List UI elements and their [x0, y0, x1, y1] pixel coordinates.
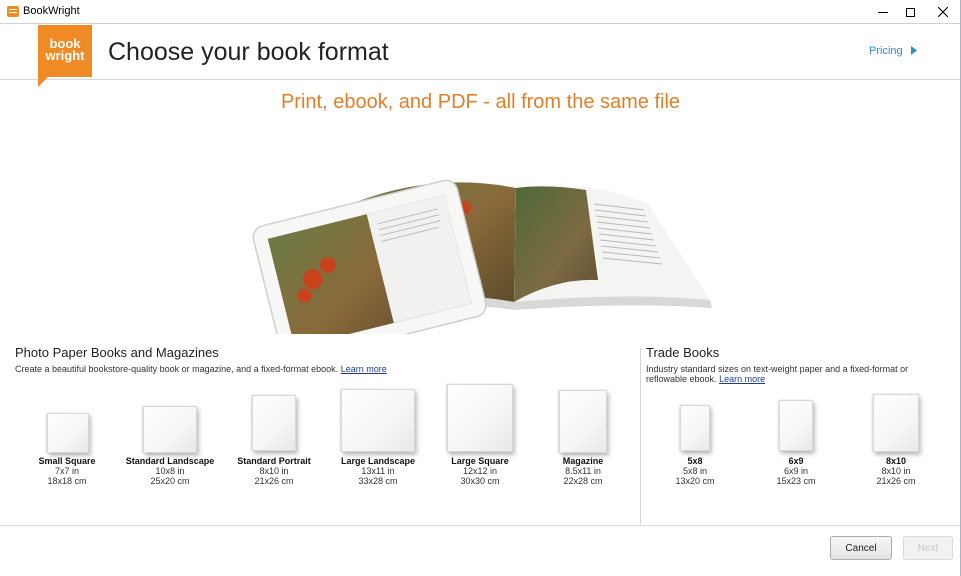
format-size-inches: 5x8 in [682, 466, 708, 476]
format-name: 8x10 [885, 456, 907, 466]
trade-books-heading: Trade Books [646, 345, 720, 360]
close-button[interactable] [928, 0, 958, 24]
format-size-cm: 21x26 cm [254, 476, 294, 486]
format-name: Large Square [451, 456, 509, 466]
photo-books-section: Photo Paper Books and Magazines Create a… [15, 345, 630, 374]
format-size-cm: 21x26 cm [876, 476, 916, 486]
format-size-inches: 7x7 in [54, 466, 80, 476]
tagline: Print, ebook, and PDF - all from the sam… [280, 91, 681, 113]
trade-books-description: Industry standard sizes on text-weight p… [646, 364, 909, 384]
page-header: book wright Choose your book format Pric… [0, 25, 961, 87]
format-size-cm: 13x20 cm [675, 476, 715, 486]
format-card-8x10[interactable]: 8x10 8x10 in 21x26 cm [866, 392, 926, 490]
maximize-button[interactable] [895, 0, 925, 24]
trade-books-section: Trade Books Industry standard sizes on t… [646, 345, 946, 384]
format-size-inches: 8x10 in [881, 466, 911, 476]
format-size-inches: 8x10 in [259, 466, 289, 476]
format-card-small-square[interactable]: Small Square 7x7 in 18x18 cm [31, 410, 103, 490]
logo-text-line2: wright [45, 48, 85, 63]
format-thumbnail [559, 390, 607, 453]
format-card-magazine[interactable]: Magazine 8.5x11 in 22x28 cm [543, 388, 623, 490]
pricing-link[interactable]: Pricing [869, 45, 903, 57]
bookwright-logo: book wright [38, 25, 92, 87]
close-icon [938, 7, 948, 17]
tablet-and-book-illustration [252, 179, 712, 334]
maximize-icon [905, 7, 915, 17]
format-size-inches: 6x9 in [783, 466, 809, 476]
format-thumbnail [447, 384, 513, 452]
format-thumbnail [680, 405, 710, 451]
format-thumbnail [873, 394, 919, 452]
format-card-standard-landscape[interactable]: Standard Landscape 10x8 in 25x20 cm [115, 405, 225, 490]
format-name: Small Square [38, 456, 96, 466]
photo-books-description: Create a beautiful bookstore-quality boo… [15, 364, 387, 374]
footer-bar: Cancel Next [0, 525, 961, 576]
minimize-icon [878, 11, 888, 13]
format-thumbnail [47, 413, 89, 453]
bookwright-app-icon [7, 6, 19, 17]
format-size-cm: 30x30 cm [460, 476, 500, 486]
format-name: 5x8 [687, 456, 703, 466]
format-size-cm: 25x20 cm [150, 476, 190, 486]
format-size-cm: 15x23 cm [776, 476, 816, 486]
format-size-cm: 22x28 cm [563, 476, 603, 486]
photo-books-heading: Photo Paper Books and Magazines [15, 345, 219, 360]
format-name: Large Landscape [340, 456, 416, 466]
format-thumbnail [252, 395, 296, 451]
format-thumbnail [779, 400, 813, 451]
format-card-standard-portrait[interactable]: Standard Portrait 8x10 in 21x26 cm [230, 393, 318, 490]
section-divider [640, 348, 641, 524]
format-size-inches: 12x12 in [462, 466, 498, 476]
photo-books-learn-more-link[interactable]: Learn more [341, 364, 387, 374]
format-name: Magazine [562, 456, 604, 466]
minimize-button[interactable] [868, 0, 898, 24]
format-card-6x9[interactable]: 6x9 6x9 in 15x23 cm [766, 398, 826, 490]
window-title: BookWright [23, 5, 80, 17]
format-name: 6x9 [788, 456, 804, 466]
next-button[interactable]: Next [903, 536, 953, 560]
cancel-button[interactable]: Cancel [830, 536, 892, 560]
format-card-5x8[interactable]: 5x8 5x8 in 13x20 cm [665, 403, 725, 490]
format-size-inches: 13x11 in [361, 466, 395, 476]
trade-books-learn-more-link[interactable]: Learn more [719, 374, 765, 384]
format-size-cm: 33x28 cm [358, 476, 398, 486]
format-thumbnail [341, 389, 415, 452]
format-name: Standard Landscape [125, 456, 215, 466]
page-title: Choose your book format [108, 38, 389, 66]
format-size-cm: 18x18 cm [47, 476, 87, 486]
format-card-large-landscape[interactable]: Large Landscape 13x11 in 33x28 cm [330, 387, 426, 490]
format-card-large-square[interactable]: Large Square 12x12 in 30x30 cm [436, 382, 524, 490]
title-bar: BookWright [0, 0, 961, 24]
format-size-inches: 8.5x11 in [565, 466, 601, 476]
format-name: Standard Portrait [237, 456, 311, 466]
chevron-right-icon[interactable] [911, 46, 917, 55]
format-size-inches: 10x8 in [155, 466, 185, 476]
format-thumbnail [143, 406, 197, 453]
